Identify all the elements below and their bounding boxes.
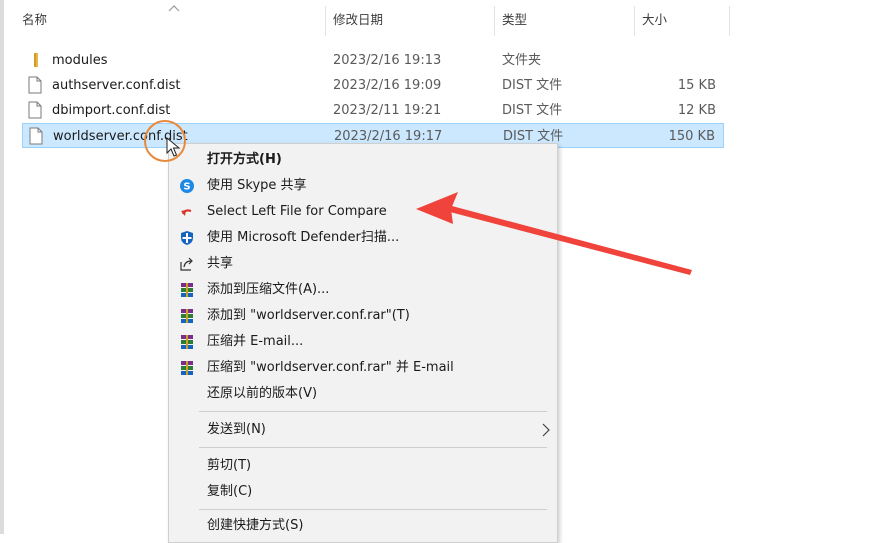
menu-separator (199, 509, 547, 510)
column-date[interactable]: 修改日期 (333, 0, 383, 40)
file-name: modules (52, 53, 108, 68)
skype-icon: S (180, 179, 194, 193)
context-menu: 打开方式(H) S 使用 Skype 共享 Select Left File f… (168, 143, 558, 543)
menu-item-label: 剪切(T) (207, 458, 252, 473)
menu-item-label: 打开方式(H) (207, 152, 282, 167)
menu-item-label: 压缩到 "worldserver.conf.rar" 并 E-mail (207, 360, 454, 375)
winrar-icon (181, 309, 193, 323)
menu-separator (199, 411, 547, 412)
menu-item-restore-previous[interactable]: 还原以前的版本(V) (169, 381, 557, 407)
menu-item-skype-share[interactable]: S 使用 Skype 共享 (169, 173, 557, 199)
file-type: 文件夹 (502, 53, 542, 68)
column-type[interactable]: 类型 (502, 0, 527, 40)
svg-text:S: S (183, 182, 190, 193)
menu-separator (199, 447, 547, 448)
column-name[interactable]: 名称 (22, 0, 47, 40)
menu-item-cut[interactable]: 剪切(T) (169, 453, 557, 479)
column-divider[interactable] (494, 6, 495, 36)
file-size: 150 KB (668, 129, 715, 144)
file-row-modules[interactable]: modules 2023/2/16 19:13 文件夹 (22, 48, 724, 73)
menu-item-label: 压缩并 E-mail... (207, 334, 304, 349)
file-row-authserver[interactable]: authserver.conf.dist 2023/2/16 19:09 DIS… (22, 73, 724, 98)
column-header: 名称 修改日期 类型 大小 (0, 0, 740, 40)
file-date: 2023/2/11 19:21 (333, 103, 442, 118)
document-icon (29, 127, 43, 145)
column-size[interactable]: 大小 (642, 0, 667, 40)
winrar-icon (181, 335, 193, 349)
menu-item-label: 还原以前的版本(V) (207, 386, 318, 401)
menu-item-add-to-archive[interactable]: 添加到压缩文件(A)... (169, 277, 557, 303)
winrar-icon (181, 283, 193, 297)
menu-item-copy[interactable]: 复制(C) (169, 479, 557, 505)
file-type: DIST 文件 (502, 103, 563, 118)
menu-item-label: 添加到压缩文件(A)... (207, 282, 330, 297)
file-size: 12 KB (677, 103, 716, 118)
mouse-cursor-icon (166, 137, 181, 157)
column-divider[interactable] (729, 6, 730, 36)
column-divider[interactable] (325, 6, 326, 36)
file-date: 2023/2/16 19:09 (333, 78, 442, 93)
chevron-right-icon (542, 423, 550, 437)
share-icon (180, 257, 193, 271)
menu-item-label: Select Left File for Compare (207, 204, 387, 219)
sort-up-icon[interactable] (168, 4, 180, 12)
menu-item-label: 使用 Microsoft Defender扫描... (207, 230, 400, 245)
document-icon (28, 101, 42, 119)
menu-item-label: 使用 Skype 共享 (207, 178, 307, 193)
menu-item-add-to-rar[interactable]: 添加到 "worldserver.conf.rar"(T) (169, 303, 557, 329)
file-type: DIST 文件 (502, 78, 563, 93)
compare-undo-icon (181, 209, 192, 216)
file-size: 15 KB (677, 78, 716, 93)
menu-item-compare[interactable]: Select Left File for Compare (169, 199, 557, 225)
file-name: authserver.conf.dist (52, 78, 181, 93)
shield-icon (181, 231, 193, 245)
winrar-icon (181, 361, 193, 375)
window-left-edge (0, 0, 4, 534)
menu-item-label: 复制(C) (207, 484, 253, 499)
file-name: dbimport.conf.dist (52, 103, 171, 118)
menu-item-label: 创建快捷方式(S) (207, 518, 304, 533)
menu-item-share[interactable]: 共享 (169, 251, 557, 277)
menu-item-create-shortcut[interactable]: 创建快捷方式(S) (169, 513, 557, 539)
menu-item-label: 添加到 "worldserver.conf.rar"(T) (207, 308, 410, 323)
folder-icon (34, 53, 38, 67)
menu-item-defender-scan[interactable]: 使用 Microsoft Defender扫描... (169, 225, 557, 251)
menu-item-compress-email[interactable]: 压缩并 E-mail... (169, 329, 557, 355)
file-date: 2023/2/16 19:13 (333, 53, 442, 68)
document-icon (28, 76, 42, 94)
menu-item-compress-rar-email[interactable]: 压缩到 "worldserver.conf.rar" 并 E-mail (169, 355, 557, 381)
menu-item-open-with[interactable]: 打开方式(H) (169, 147, 557, 173)
column-divider[interactable] (634, 6, 635, 36)
file-row-dbimport[interactable]: dbimport.conf.dist 2023/2/11 19:21 DIST … (22, 98, 724, 123)
menu-item-label: 发送到(N) (207, 422, 266, 437)
menu-item-send-to[interactable]: 发送到(N) (169, 417, 557, 443)
menu-item-label: 共享 (207, 256, 234, 271)
